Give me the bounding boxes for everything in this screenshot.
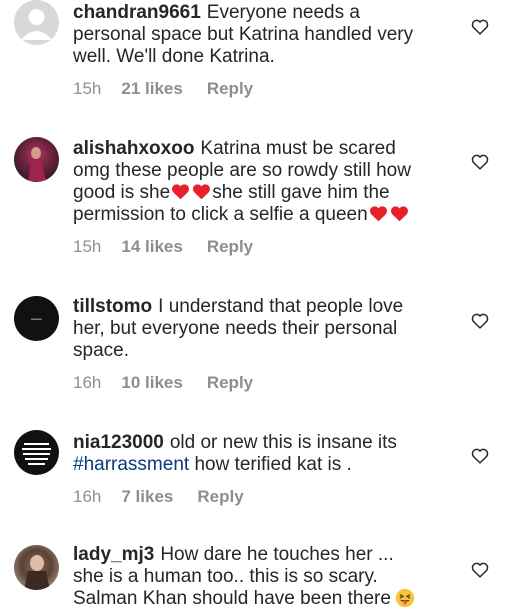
avatar[interactable] <box>14 545 59 590</box>
reply-button[interactable]: Reply <box>207 237 253 257</box>
comment-line: How dare he touches her ... <box>160 544 394 565</box>
comment-line: her, but everyone needs their personal <box>73 318 398 339</box>
reply-button[interactable]: Reply <box>207 79 253 99</box>
comment-username[interactable]: lady_mj3 <box>73 544 154 565</box>
red-heart-emoji <box>172 184 190 200</box>
comment-username[interactable]: alishahxoxoo <box>73 138 194 159</box>
comment-text: alishahxoxoo Katrina must be scared omg t… <box>73 138 443 226</box>
comment-username[interactable]: tillstomo <box>73 296 152 317</box>
comment-text: tillstomo I understand that people love h… <box>73 296 443 362</box>
comment-line: she still gave him the <box>212 182 390 203</box>
red-heart-emoji <box>193 184 211 200</box>
avatar[interactable] <box>14 137 59 182</box>
comment-line: Everyone needs a <box>206 2 360 23</box>
avatar[interactable] <box>14 430 59 475</box>
hashtag-link[interactable]: #harrassment <box>73 454 189 475</box>
heart-outline-icon[interactable] <box>471 562 489 578</box>
comment-line: omg these people are so rowdy still how <box>73 160 411 181</box>
comment-time: 16h <box>73 373 102 392</box>
comment-meta: 16h 10 likes Reply <box>73 373 253 393</box>
comment-time: 16h <box>73 487 102 506</box>
comment-line: good is she <box>73 182 171 203</box>
comment-text: lady_mj3 How dare he touches her ... she … <box>73 544 443 610</box>
avatar[interactable] <box>14 0 59 45</box>
comment-meta: 16h 7 likes Reply <box>73 487 244 507</box>
comment-meta: 15h 14 likes Reply <box>73 237 253 257</box>
comment-username[interactable]: chandran9661 <box>73 2 201 23</box>
quote-graphic <box>22 443 51 465</box>
squinting-tongue-emoji <box>395 588 415 608</box>
comment-line: space. <box>73 340 129 361</box>
heart-outline-icon[interactable] <box>471 19 489 35</box>
comment-likes[interactable]: 7 likes <box>121 487 173 507</box>
comment-text: nia123000 old or new this is insane its #… <box>73 432 443 476</box>
comment-line: old or new this is insane its <box>169 432 397 453</box>
comment-time: 15h <box>73 237 102 256</box>
avatar-logo: ━━━━ <box>31 316 42 321</box>
heart-outline-icon[interactable] <box>471 154 489 170</box>
comment-line: I understand that people love <box>158 296 404 317</box>
comment-likes[interactable]: 21 likes <box>121 79 182 99</box>
comment-meta: 15h 21 likes Reply <box>73 79 253 99</box>
comment-likes[interactable]: 10 likes <box>121 373 182 393</box>
avatar[interactable]: ━━━━ <box>14 296 59 341</box>
red-heart-emoji <box>369 206 387 222</box>
comment-username[interactable]: nia123000 <box>73 432 164 453</box>
heart-outline-icon[interactable] <box>471 313 489 329</box>
comment-line: she is a human too.. this is so scary. <box>73 566 378 587</box>
reply-button[interactable]: Reply <box>207 373 253 393</box>
red-heart-emoji <box>390 206 408 222</box>
comment-time: 15h <box>73 79 102 98</box>
comment-likes[interactable]: 14 likes <box>121 237 182 257</box>
comment-line: permission to click a selfie a queen <box>73 204 368 225</box>
comment-line: how terified kat is . <box>189 454 352 475</box>
comment-line: Katrina must be scared <box>200 138 396 159</box>
comment-line: well. We'll done Katrina. <box>73 46 275 67</box>
comment-line: Salman Khan should have been there <box>73 588 391 609</box>
heart-outline-icon[interactable] <box>471 448 489 464</box>
comment-line: personal space but Katrina handled very <box>73 24 414 45</box>
comment-text: chandran9661 Everyone needs a personal sp… <box>73 2 443 68</box>
reply-button[interactable]: Reply <box>197 487 243 507</box>
